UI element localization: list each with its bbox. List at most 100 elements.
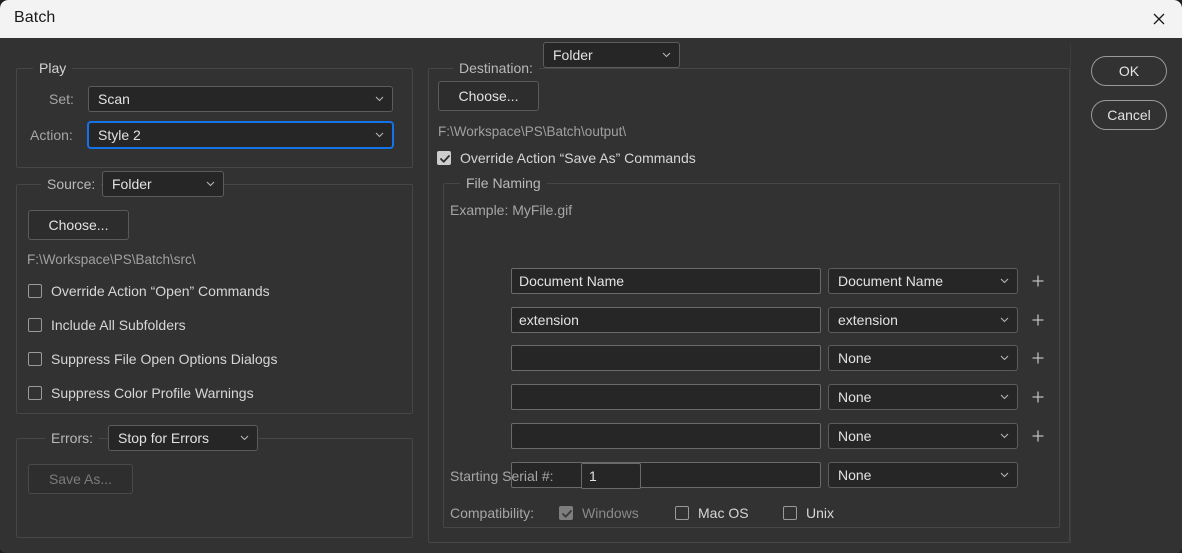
errors-dropdown-value: Stop for Errors bbox=[118, 430, 209, 446]
ok-button-label: OK bbox=[1119, 63, 1139, 79]
compatibility-option-label: Unix bbox=[806, 505, 834, 521]
ok-button[interactable]: OK bbox=[1091, 56, 1167, 86]
action-label: Action: bbox=[30, 127, 73, 143]
errors-group-title: Errors: bbox=[45, 430, 99, 446]
batch-dialog-window: Batch Play Set: Scan Action: Style 2 bbox=[0, 0, 1182, 553]
source-type-value: Folder bbox=[112, 176, 152, 192]
file-naming-token-value: None bbox=[838, 350, 871, 366]
checkbox-box bbox=[28, 352, 42, 366]
compatibility-macos-checkbox[interactable]: Mac OS bbox=[675, 505, 749, 521]
destination-choose-button[interactable]: Choose... bbox=[438, 81, 539, 111]
checkbox-box bbox=[28, 386, 42, 400]
chevron-down-icon bbox=[1000, 394, 1009, 400]
action-dropdown[interactable]: Style 2 bbox=[88, 122, 393, 148]
file-naming-token-dropdown[interactable]: extension bbox=[828, 307, 1018, 333]
checkbox-box bbox=[28, 284, 42, 298]
compatibility-label: Compatibility: bbox=[450, 505, 534, 521]
destination-choose-label: Choose... bbox=[459, 88, 519, 104]
chevron-down-icon bbox=[1000, 355, 1009, 361]
file-naming-text-value: Document Name bbox=[519, 273, 624, 289]
source-option-label: Suppress File Open Options Dialogs bbox=[51, 351, 277, 367]
file-naming-example: Example: MyFile.gif bbox=[450, 202, 572, 218]
chevron-down-icon bbox=[1000, 278, 1009, 284]
checkbox-box bbox=[783, 506, 797, 520]
play-group: Play bbox=[16, 68, 413, 168]
checkbox-box bbox=[559, 506, 573, 520]
file-naming-text-input[interactable] bbox=[511, 462, 821, 488]
file-naming-text-input[interactable]: Document Name bbox=[511, 268, 821, 294]
source-option-label: Suppress Color Profile Warnings bbox=[51, 385, 254, 401]
starting-serial-label: Starting Serial #: bbox=[450, 468, 554, 484]
file-naming-token-value: None bbox=[838, 389, 871, 405]
compatibility-option-label: Mac OS bbox=[698, 505, 749, 521]
file-naming-token-dropdown[interactable]: None bbox=[828, 384, 1018, 410]
file-naming-text-input[interactable] bbox=[511, 345, 821, 371]
add-token-button[interactable] bbox=[1031, 390, 1045, 404]
source-choose-button[interactable]: Choose... bbox=[28, 210, 129, 240]
starting-serial-input[interactable]: 1 bbox=[581, 463, 641, 489]
destination-group-title: Destination: bbox=[453, 60, 539, 76]
file-naming-text-input[interactable] bbox=[511, 384, 821, 410]
cancel-button[interactable]: Cancel bbox=[1091, 100, 1167, 130]
title-bar: Batch bbox=[0, 0, 1182, 38]
action-dropdown-value: Style 2 bbox=[98, 127, 141, 143]
add-token-button[interactable] bbox=[1031, 274, 1045, 288]
set-label: Set: bbox=[49, 91, 74, 107]
cancel-button-label: Cancel bbox=[1107, 107, 1151, 123]
compatibility-option-label: Windows bbox=[582, 505, 639, 521]
chevron-down-icon bbox=[1000, 433, 1009, 439]
file-naming-token-value: extension bbox=[838, 312, 898, 328]
set-dropdown-value: Scan bbox=[98, 91, 130, 107]
source-choose-label: Choose... bbox=[49, 217, 109, 233]
source-option-suppress-file-open-dialogs[interactable]: Suppress File Open Options Dialogs bbox=[28, 351, 277, 367]
chevron-down-icon bbox=[662, 52, 671, 58]
file-naming-text-value: extension bbox=[519, 312, 579, 328]
chevron-down-icon bbox=[206, 181, 215, 187]
errors-dropdown[interactable]: Stop for Errors bbox=[108, 425, 258, 451]
add-token-button[interactable] bbox=[1031, 429, 1045, 443]
source-group-title: Source: bbox=[41, 176, 101, 192]
file-naming-token-value: None bbox=[838, 467, 871, 483]
chevron-down-icon bbox=[1000, 472, 1009, 478]
file-naming-text-input[interactable] bbox=[511, 423, 821, 449]
play-group-title: Play bbox=[33, 60, 72, 76]
source-option-override-open[interactable]: Override Action “Open” Commands bbox=[28, 283, 270, 299]
chevron-down-icon bbox=[240, 435, 249, 441]
chevron-down-icon bbox=[375, 132, 384, 138]
file-naming-token-dropdown[interactable]: None bbox=[828, 423, 1018, 449]
checkbox-box bbox=[675, 506, 689, 520]
dialog-body: Play Set: Scan Action: Style 2 Source: F… bbox=[0, 38, 1182, 553]
destination-type-value: Folder bbox=[553, 47, 593, 63]
panel-divider bbox=[1070, 44, 1071, 544]
page-title: Batch bbox=[14, 9, 55, 27]
compatibility-windows-checkbox[interactable]: Windows bbox=[559, 505, 639, 521]
file-naming-token-dropdown[interactable]: Document Name bbox=[828, 268, 1018, 294]
file-naming-token-dropdown[interactable]: None bbox=[828, 462, 1018, 488]
errors-save-as-button[interactable]: Save As... bbox=[28, 464, 133, 494]
add-token-button[interactable] bbox=[1031, 313, 1045, 327]
source-option-include-subfolders[interactable]: Include All Subfolders bbox=[28, 317, 186, 333]
file-naming-token-dropdown[interactable]: None bbox=[828, 345, 1018, 371]
checkbox-box bbox=[437, 151, 451, 165]
compatibility-unix-checkbox[interactable]: Unix bbox=[783, 505, 834, 521]
destination-type-dropdown[interactable]: Folder bbox=[543, 42, 680, 68]
file-naming-token-value: None bbox=[838, 428, 871, 444]
destination-path: F:\Workspace\PS\Batch\output\ bbox=[438, 124, 626, 139]
chevron-down-icon bbox=[375, 96, 384, 102]
file-naming-text-input[interactable]: extension bbox=[511, 307, 821, 333]
override-save-as-checkbox[interactable]: Override Action “Save As” Commands bbox=[437, 150, 696, 166]
source-option-label: Override Action “Open” Commands bbox=[51, 283, 270, 299]
file-naming-token-value: Document Name bbox=[838, 273, 943, 289]
close-icon[interactable] bbox=[1136, 0, 1182, 38]
source-path: F:\Workspace\PS\Batch\src\ bbox=[27, 252, 196, 267]
file-naming-group-title: File Naming bbox=[460, 175, 547, 191]
source-option-suppress-color-warnings[interactable]: Suppress Color Profile Warnings bbox=[28, 385, 254, 401]
source-option-label: Include All Subfolders bbox=[51, 317, 186, 333]
checkbox-box bbox=[28, 318, 42, 332]
set-dropdown[interactable]: Scan bbox=[88, 86, 393, 112]
chevron-down-icon bbox=[1000, 317, 1009, 323]
starting-serial-value: 1 bbox=[589, 468, 597, 484]
add-token-button[interactable] bbox=[1031, 351, 1045, 365]
errors-save-as-label: Save As... bbox=[49, 471, 112, 487]
source-type-dropdown[interactable]: Folder bbox=[102, 171, 224, 197]
